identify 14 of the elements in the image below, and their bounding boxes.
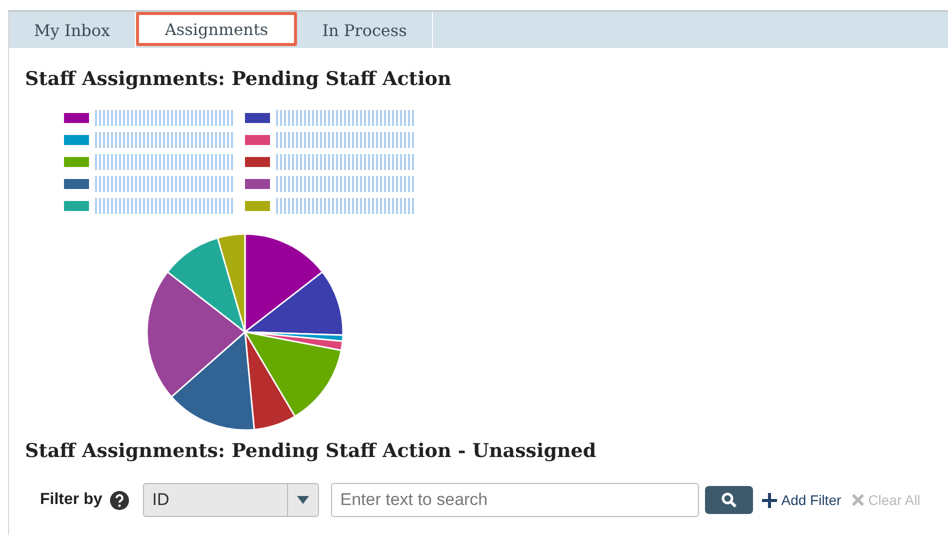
close-icon: [851, 493, 866, 507]
filter-label: Filter by: [40, 491, 102, 509]
section-title: Staff Assignments: Pending Staff Action - Unassigned: [25, 440, 598, 462]
plus-icon: [761, 492, 778, 508]
search-field[interactable]: Enter text to search: [331, 483, 700, 517]
section-title: Staff Assignments: Pending Staff Action: [25, 68, 452, 90]
filter-dropdown[interactable]: ID: [143, 483, 320, 517]
tab[interactable]: In Process: [297, 12, 433, 48]
caret-icon: [297, 496, 310, 504]
tab[interactable]: Assignments: [136, 12, 297, 46]
add-filter-link[interactable]: Add Filter: [761, 492, 842, 508]
help-icon[interactable]: [110, 490, 130, 510]
search-icon: [721, 492, 738, 508]
search-button[interactable]: [705, 486, 754, 514]
